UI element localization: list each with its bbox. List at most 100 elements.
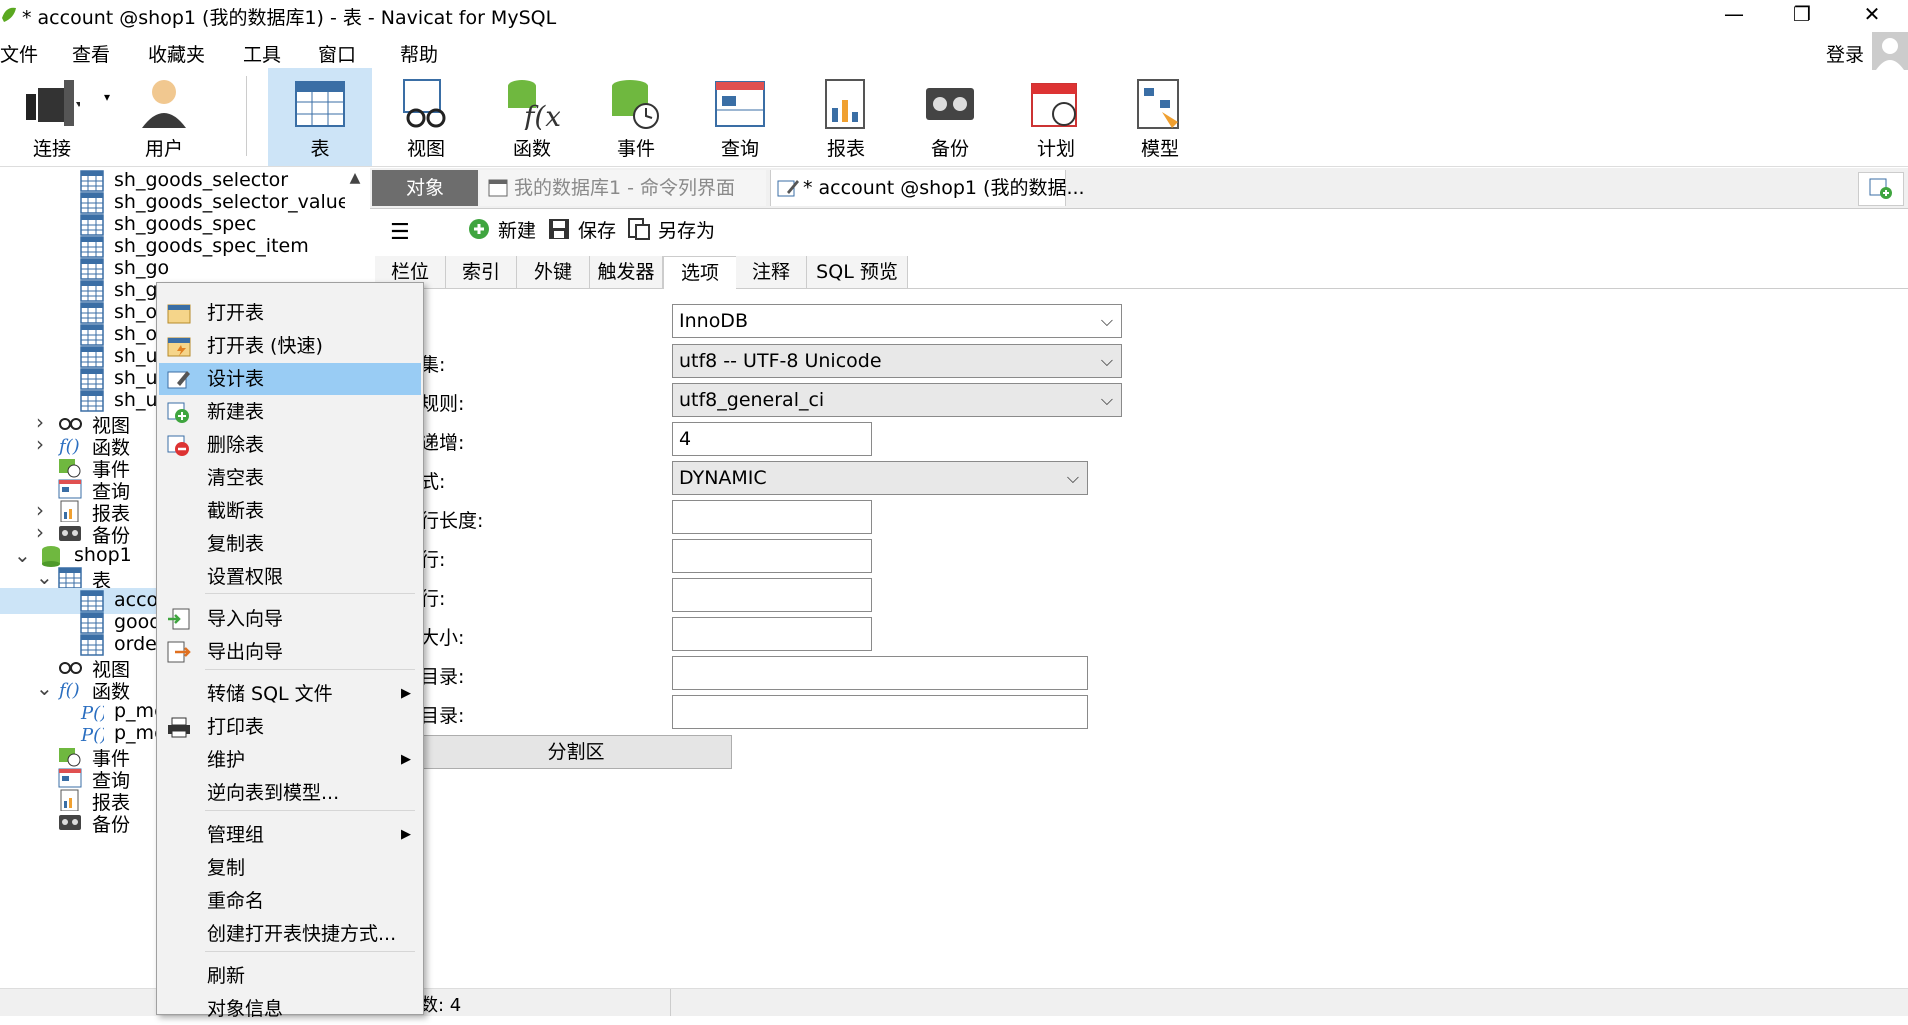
hamburger-menu-icon[interactable]: ☰ <box>390 220 410 245</box>
menu-window[interactable]: 窗口 <box>318 40 356 67</box>
toolbar-event-button[interactable]: 事件 <box>584 68 688 166</box>
toolbar-table-button[interactable]: 表 <box>268 68 372 166</box>
procedure-icon: P() <box>80 703 107 724</box>
tree-item-label: 备份 <box>92 814 131 836</box>
avatar-icon[interactable] <box>1872 32 1908 70</box>
subtab-options[interactable]: 选项 <box>663 256 737 289</box>
context-menu-item[interactable]: 删除表 <box>159 429 421 461</box>
menu-tools[interactable]: 工具 <box>243 40 281 67</box>
context-menu-item[interactable]: 创建打开表快捷方式... <box>159 918 421 950</box>
menu-separator <box>205 593 415 594</box>
close-button[interactable]: ✕ <box>1842 0 1902 30</box>
index-directory-input[interactable] <box>672 695 1088 729</box>
context-menu-item-label: 删除表 <box>207 434 265 456</box>
context-menu-item-label: 复制表 <box>207 533 265 555</box>
toolbar-backup-label: 备份 <box>930 138 969 160</box>
toolbar-view-button[interactable]: 视图 <box>374 68 478 166</box>
maximize-button[interactable]: ❐ <box>1772 0 1832 30</box>
min-rows-input[interactable] <box>672 578 872 612</box>
subtab-indexes[interactable]: 索引 <box>446 256 517 288</box>
menu-help[interactable]: 帮助 <box>400 40 438 67</box>
context-menu-item[interactable]: 对象信息 <box>159 993 421 1025</box>
context-menu-item[interactable]: 设计表 <box>159 363 421 395</box>
toolbar-query-label: 查询 <box>720 138 759 160</box>
charset-select[interactable]: utf8 -- UTF-8 Unicode ⌵ <box>672 344 1122 378</box>
avg-row-length-input[interactable] <box>672 500 872 534</box>
partition-button[interactable]: 分割区 <box>420 735 732 769</box>
subtab-foreign-keys[interactable]: 外键 <box>517 256 590 288</box>
index-directory-label: 目录: <box>420 705 465 727</box>
new-button-label: 新建 <box>498 220 537 242</box>
menu-favorites[interactable]: 收藏夹 <box>148 40 205 67</box>
tab-command-line[interactable]: 我的数据库1 - 命令列界面 <box>480 170 766 206</box>
context-menu-item[interactable]: 清空表 <box>159 462 421 494</box>
connect-dropdown-icon[interactable]: ▾ <box>104 90 110 104</box>
toolbar-connect-label: 连接 <box>32 138 71 160</box>
context-menu-item[interactable]: 管理组 ▶ <box>159 819 421 851</box>
context-menu-item[interactable]: 逆向表到模型... <box>159 777 421 809</box>
subtab-triggers[interactable]: 触发器 <box>590 256 663 288</box>
context-menu-item-label: 重命名 <box>207 890 265 912</box>
toolbar-report-button[interactable]: 报表 <box>794 68 898 166</box>
context-menu-item[interactable]: 打开表 (快速) <box>159 330 421 362</box>
expand-arrow-icon[interactable]: › <box>36 498 44 522</box>
collation-select[interactable]: utf8_general_ci ⌵ <box>672 383 1122 417</box>
auto-increment-input[interactable]: 4 <box>672 422 872 456</box>
engine-select[interactable]: InnoDB ⌵ <box>672 304 1122 338</box>
toolbar-user-button[interactable]: 用户 <box>112 68 216 166</box>
context-menu-item[interactable]: 打开表 <box>159 297 421 329</box>
context-menu-item[interactable]: 重命名 <box>159 885 421 917</box>
menu-file[interactable]: 文件 <box>0 40 38 67</box>
save-as-icon <box>628 218 650 240</box>
chevron-down-icon: ⌵ <box>1100 351 1113 370</box>
row-format-select[interactable]: DYNAMIC ⌵ <box>672 461 1088 495</box>
open-table-icon <box>167 304 191 324</box>
title-bar: * account @shop1 (我的数据库1) - 表 - Navicat … <box>0 0 1908 30</box>
collapse-arrow-icon[interactable]: ⌄ <box>14 543 31 567</box>
data-directory-input[interactable] <box>672 656 1088 690</box>
row-format-value: DYNAMIC <box>679 467 767 489</box>
avg-row-length-label: 行长度: <box>420 510 484 532</box>
plug-icon <box>26 80 80 126</box>
new-tab-button[interactable] <box>1858 172 1904 206</box>
save-button-label: 保存 <box>578 220 617 242</box>
login-link[interactable]: 登录 <box>1826 40 1864 67</box>
subtab-sql-preview[interactable]: SQL 预览 <box>807 256 908 288</box>
tab-objects[interactable]: 对象 <box>372 170 478 206</box>
menu-view[interactable]: 查看 <box>72 40 110 67</box>
toolbar-schedule-button[interactable]: 计划 <box>1004 68 1108 166</box>
data-directory-label: 目录: <box>420 666 465 688</box>
context-menu-item[interactable]: 刷新 <box>159 960 421 992</box>
context-menu-item[interactable]: 复制 <box>159 852 421 884</box>
context-menu-item[interactable]: 维护 ▶ <box>159 744 421 776</box>
context-menu-item[interactable]: 设置权限 <box>159 561 421 593</box>
context-menu-item[interactable]: 新建表 <box>159 396 421 428</box>
context-menu-item[interactable]: 转储 SQL 文件 ▶ <box>159 678 421 710</box>
expand-arrow-icon[interactable]: › <box>36 432 44 456</box>
toolbar-function-button[interactable]: f(x) 函数 <box>480 68 584 166</box>
max-rows-input[interactable] <box>672 539 872 573</box>
toolbar-backup-button[interactable]: 备份 <box>898 68 1002 166</box>
toolbar-connect-button[interactable]: 连接 <box>0 68 104 166</box>
context-menu-item[interactable]: 截断表 <box>159 495 421 527</box>
context-menu-item[interactable]: 导入向导 <box>159 603 421 635</box>
toolbar-model-button[interactable]: 模型 <box>1108 68 1212 166</box>
context-menu-item[interactable]: 打印表 <box>159 711 421 743</box>
console-icon <box>488 179 508 197</box>
tab-account-design[interactable]: * account @shop1 (我的数据... <box>770 170 1085 206</box>
function-icon: f(x) <box>508 80 560 130</box>
context-menu-item-label: 对象信息 <box>207 998 284 1020</box>
minimize-button[interactable]: — <box>1704 0 1764 30</box>
context-menu-item[interactable]: 导出向导 <box>159 636 421 668</box>
expand-arrow-icon[interactable]: › <box>36 410 44 434</box>
tree-scroll-up-icon[interactable]: ▲ <box>345 170 365 190</box>
collapse-arrow-icon[interactable]: ⌄ <box>36 565 53 589</box>
toolbar-table-label: 表 <box>310 138 330 160</box>
context-menu-item[interactable]: 复制表 <box>159 528 421 560</box>
subtab-comments[interactable]: 注释 <box>736 256 807 288</box>
key-block-size-input[interactable] <box>672 617 872 651</box>
toolbar-query-button[interactable]: 查询 <box>688 68 792 166</box>
expand-arrow-icon[interactable]: › <box>36 520 44 544</box>
collapse-arrow-icon[interactable]: ⌄ <box>36 676 53 700</box>
toolbar-model-label: 模型 <box>1140 138 1179 160</box>
